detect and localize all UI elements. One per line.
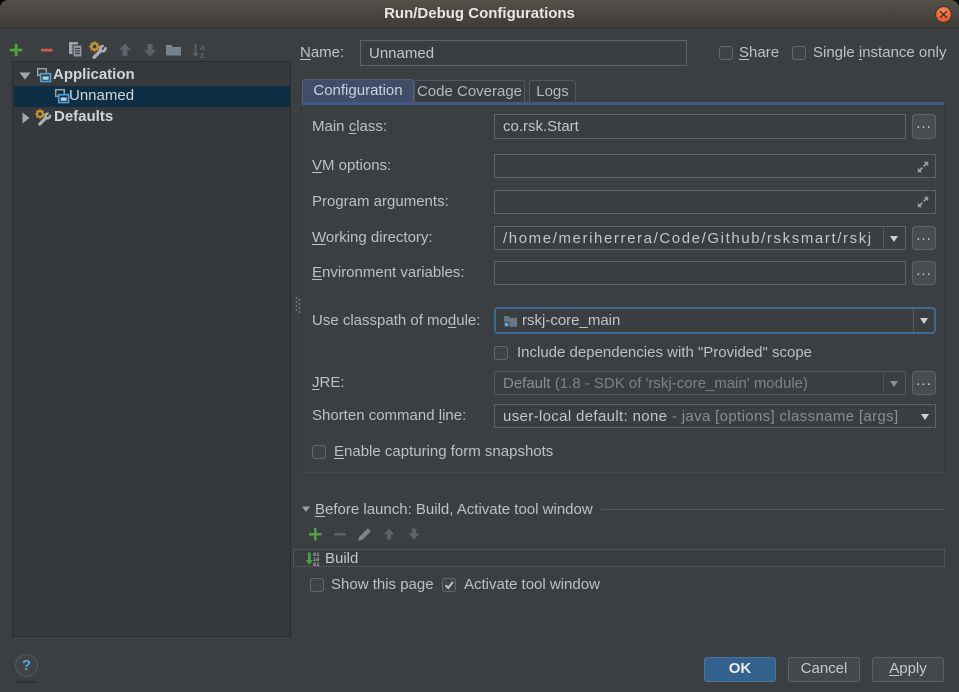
svg-text:z: z xyxy=(200,50,204,59)
svg-text:01: 01 xyxy=(313,562,319,566)
